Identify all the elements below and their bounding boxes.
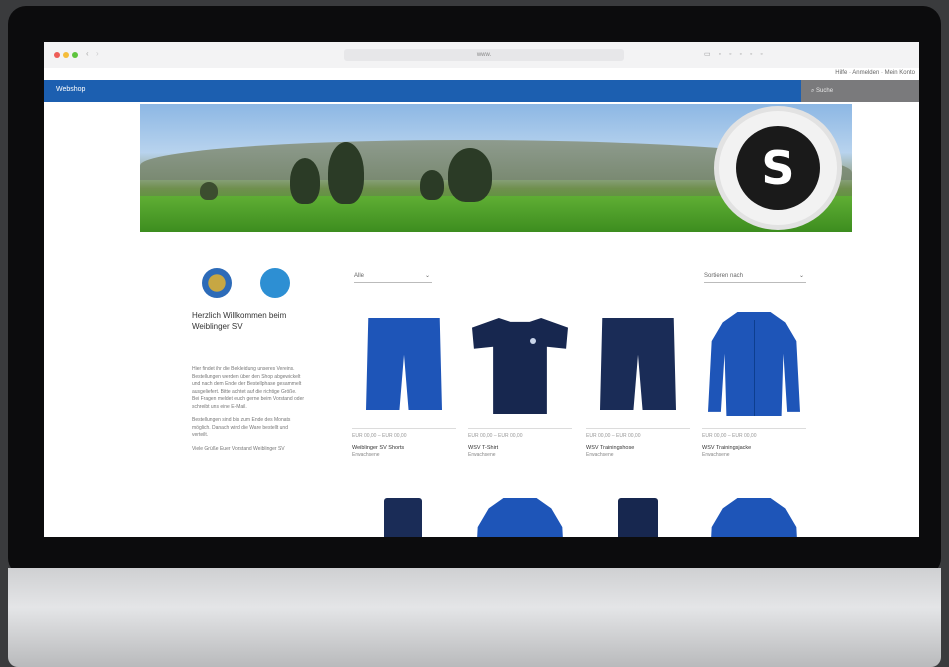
tree bbox=[290, 158, 320, 204]
tree bbox=[200, 182, 218, 200]
close-window-icon[interactable] bbox=[54, 52, 60, 58]
product-card[interactable]: EUR 00,00 – EUR 00,00 WSV T-Shirt Erwach… bbox=[468, 304, 572, 458]
product-subtitle: Erwachsene bbox=[702, 452, 730, 458]
divider bbox=[586, 428, 690, 429]
product-price: EUR 00,00 – EUR 00,00 bbox=[352, 433, 407, 439]
product-image[interactable] bbox=[468, 304, 572, 422]
product-image[interactable] bbox=[352, 494, 456, 537]
chevron-down-icon: ⌄ bbox=[798, 273, 804, 279]
minimize-window-icon[interactable] bbox=[63, 52, 69, 58]
product-card[interactable] bbox=[702, 494, 806, 537]
tree bbox=[420, 170, 444, 200]
address-bar[interactable]: www. bbox=[344, 49, 624, 61]
shorts-image bbox=[600, 318, 676, 410]
site-brand-link[interactable]: Webshop bbox=[56, 86, 85, 93]
pants-image bbox=[618, 498, 658, 537]
divider bbox=[352, 428, 456, 429]
monitor-chin bbox=[8, 568, 941, 667]
sidebar-text: Hier findet ihr die Bekleidung unseres V… bbox=[192, 366, 304, 459]
sidebar-paragraph: Hier findet ihr die Bekleidung unseres V… bbox=[192, 366, 305, 410]
jacket-image bbox=[474, 498, 566, 537]
product-image[interactable] bbox=[468, 494, 572, 537]
partner-badge-icon[interactable] bbox=[260, 268, 290, 298]
product-price: EUR 00,00 – EUR 00,00 bbox=[468, 433, 523, 439]
search-placeholder: Suche bbox=[816, 88, 834, 94]
hero-banner: S bbox=[140, 104, 852, 232]
product-image[interactable] bbox=[586, 304, 690, 422]
forward-arrow-icon[interactable]: › bbox=[96, 49, 99, 58]
tshirt-image bbox=[472, 318, 568, 414]
tree bbox=[448, 148, 492, 202]
toolbar-icons[interactable]: ▭ ◦ ◦ ◦ ◦ ◦ bbox=[704, 50, 766, 58]
browser-toolbar: ‹ › www. ▭ ◦ ◦ ◦ ◦ ◦ bbox=[44, 42, 919, 69]
browser-screen: ‹ › www. ▭ ◦ ◦ ◦ ◦ ◦ Hilfe · Anmelden · … bbox=[44, 42, 919, 537]
product-image[interactable] bbox=[702, 304, 806, 422]
club-badge-icon[interactable] bbox=[202, 268, 232, 298]
sort-label: Sortieren nach bbox=[704, 273, 744, 279]
product-price: EUR 00,00 – EUR 00,00 bbox=[702, 433, 757, 439]
product-subtitle: Erwachsene bbox=[352, 452, 380, 458]
browser-subbar: Hilfe · Anmelden · Mein Konto bbox=[44, 68, 919, 80]
chevron-down-icon: ⌄ bbox=[424, 273, 430, 279]
back-arrow-icon[interactable]: ‹ bbox=[86, 49, 89, 58]
product-name[interactable]: WSV Trainingshose bbox=[586, 445, 690, 452]
product-name[interactable]: WSV Trainingsjacke bbox=[702, 445, 806, 452]
tree bbox=[328, 142, 364, 204]
zipper bbox=[754, 320, 755, 416]
product-card[interactable] bbox=[352, 494, 456, 537]
sidebar-title: Herzlich Willkommen beim Weiblinger SV bbox=[192, 311, 287, 331]
category-filter-select[interactable]: Alle ⌄ bbox=[354, 270, 432, 283]
product-subtitle: Erwachsene bbox=[586, 452, 614, 458]
site-navbar: Webshop ⌕ Suche bbox=[44, 80, 919, 102]
product-subtitle: Erwachsene bbox=[468, 452, 496, 458]
sort-select[interactable]: Sortieren nach ⌄ bbox=[704, 270, 806, 283]
search-input[interactable]: ⌕ Suche bbox=[801, 80, 919, 102]
maximize-window-icon[interactable] bbox=[72, 52, 78, 58]
product-card[interactable]: EUR 00,00 – EUR 00,00 WSV Trainingshose … bbox=[586, 304, 690, 458]
category-filter-label: Alle bbox=[354, 273, 365, 279]
product-name[interactable]: WSV T-Shirt bbox=[468, 445, 572, 452]
product-card[interactable]: EUR 00,00 – EUR 00,00 Weiblinger SV Shor… bbox=[352, 304, 456, 458]
product-image[interactable] bbox=[352, 304, 456, 422]
emblem-letter: S bbox=[761, 141, 795, 195]
divider bbox=[468, 428, 572, 429]
product-card[interactable] bbox=[468, 494, 572, 537]
account-links[interactable]: Hilfe · Anmelden · Mein Konto bbox=[835, 70, 915, 76]
pants-image bbox=[384, 498, 422, 537]
product-price: EUR 00,00 – EUR 00,00 bbox=[586, 433, 641, 439]
product-image[interactable] bbox=[586, 494, 690, 537]
sidebar-paragraph: Bestellungen sind bis zum Ende des Monat… bbox=[192, 417, 291, 438]
product-card[interactable]: EUR 00,00 – EUR 00,00 WSV Trainingsjacke… bbox=[702, 304, 806, 458]
product-name[interactable]: Weiblinger SV Shorts bbox=[352, 445, 456, 452]
club-emblem: S bbox=[714, 106, 842, 230]
shorts-image bbox=[366, 318, 442, 410]
club-emblem-center: S bbox=[736, 126, 820, 210]
jacket-image bbox=[708, 498, 800, 537]
divider bbox=[702, 428, 806, 429]
product-image[interactable] bbox=[702, 494, 806, 537]
club-logo-icon bbox=[530, 338, 536, 344]
sidebar-paragraph: Viele Grüße Euer Vorstand Weiblinger SV bbox=[192, 445, 285, 452]
product-card[interactable] bbox=[586, 494, 690, 537]
